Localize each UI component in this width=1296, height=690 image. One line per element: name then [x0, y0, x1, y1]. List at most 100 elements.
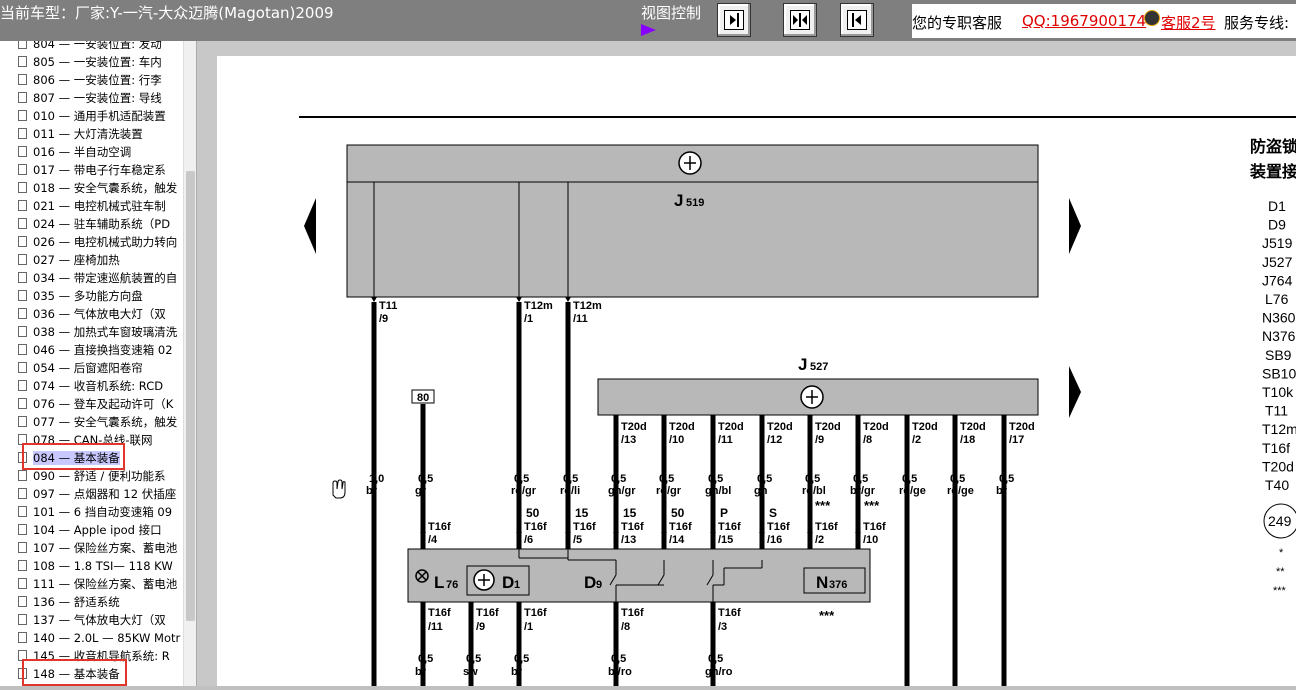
document-icon	[18, 254, 27, 265]
d1-sub: 1	[514, 579, 520, 591]
sidebar-item[interactable]: 034 — 带定速巡航装置的自	[15, 269, 183, 287]
wire-color: ro/ge	[899, 485, 926, 497]
sidebar-item[interactable]: 137 — 气体放电大灯（双	[15, 611, 183, 629]
sidebar-item[interactable]: 097 — 点烟器和 12 伏插座	[15, 485, 183, 503]
pin-label: T20d	[863, 421, 889, 433]
pin-label: T16f	[524, 521, 547, 533]
sidebar-scrollbar[interactable]	[183, 41, 197, 686]
pin-label: T20d	[912, 421, 938, 433]
pin-label: T16f	[767, 521, 790, 533]
sidebar-item-label: 137 — 气体放电大灯（双	[33, 613, 166, 627]
sidebar-item[interactable]: 024 — 驻车辅助系统（PD	[15, 215, 183, 233]
sidebar-item[interactable]: 140 — 2.0L — 85KW Motr	[15, 629, 183, 647]
highlight-box-148	[22, 659, 127, 686]
qq-penguin-icon[interactable]	[1144, 10, 1160, 26]
sidebar-item-label: 038 — 加热式车窗玻璃清洗	[33, 325, 178, 339]
wire-color: br	[996, 485, 1008, 497]
sidebar-item[interactable]: 108 — 1.8 TSI— 118 KW	[15, 557, 183, 575]
sidebar-item-label: 018 — 安全气囊系统，触发	[33, 181, 178, 195]
module-symbol-icon	[800, 385, 824, 409]
split-view-button[interactable]	[783, 3, 817, 37]
play-icon[interactable]	[641, 24, 656, 36]
pin-label: /8	[863, 434, 872, 446]
current-car-model: 当前车型：厂家:Y-一汽-大众迈腾(Magotan)2009	[0, 4, 334, 22]
sidebar-item[interactable]: 077 — 安全气囊系统，触发	[15, 413, 183, 431]
sidebar-item[interactable]: 010 — 通用手机适配装置	[15, 107, 183, 125]
wiring-diagram: J 519 J 527 80 T11/9T12m/1T12m/11T20d/13…	[299, 116, 1296, 686]
hand-cursor-icon	[332, 479, 346, 499]
sidebar-item-label: 806 — 一安装位置: 行李	[33, 73, 162, 87]
next-page-icon[interactable]	[1069, 198, 1081, 254]
pin-label: T20d	[1009, 421, 1035, 433]
split-arrows-icon	[790, 10, 810, 30]
sidebar-item[interactable]: 021 — 电控机械式驻车制	[15, 197, 183, 215]
qq-link[interactable]: QQ:1967900174	[1022, 12, 1146, 30]
sidebar-item-label: 010 — 通用手机适配装置	[33, 109, 166, 123]
sidebar-item[interactable]: 111 — 保险丝方案、蓄电池	[15, 575, 183, 593]
wire-gauge: 0,5	[611, 653, 626, 665]
pin-label: T12m	[573, 300, 602, 312]
legend-star-1: *	[1279, 547, 1284, 559]
pin-label: /2	[912, 434, 921, 446]
pin-label: /9	[476, 621, 485, 633]
sidebar-item[interactable]: 036 — 气体放电大灯（双	[15, 305, 183, 323]
next-page-icon[interactable]	[1069, 366, 1081, 418]
legend-star-3: ***	[1273, 585, 1287, 597]
document-icon	[18, 416, 27, 427]
sidebar-item[interactable]: 054 — 后窗遮阳卷帘	[15, 359, 183, 377]
document-icon	[18, 218, 27, 229]
document-icon	[18, 308, 27, 319]
sidebar-item[interactable]: 027 — 座椅加热	[15, 251, 183, 269]
expand-view-button[interactable]	[717, 3, 751, 37]
sidebar-item[interactable]: 017 — 带电子行车稳定系	[15, 161, 183, 179]
wire-gauge: 0,5	[418, 653, 433, 665]
l76-label: L	[434, 573, 444, 592]
collapse-view-button[interactable]	[840, 3, 874, 37]
sidebar-item[interactable]: 104 — Apple ipod 接口	[15, 521, 183, 539]
sidebar-item[interactable]: 101 — 6 挡自动变速箱 09	[15, 503, 183, 521]
pin-label: /6	[524, 534, 533, 546]
top-bar: 当前车型：厂家:Y-一汽-大众迈腾(Magotan)2009 视图控制 您的专职…	[0, 0, 1296, 41]
sidebar-item[interactable]: 074 — 收音机系统: RCD	[15, 377, 183, 395]
sidebar-item[interactable]: 107 — 保险丝方案、蓄电池	[15, 539, 183, 557]
sidebar-item[interactable]: 035 — 多功能方向盘	[15, 287, 183, 305]
wire-gauge: 0,5	[757, 473, 772, 485]
sidebar-item-label: 108 — 1.8 TSI— 118 KW	[33, 559, 173, 573]
legend-item: T20d	[1262, 458, 1294, 474]
j519-sub: 519	[686, 197, 704, 209]
document-icon	[18, 344, 27, 355]
sidebar-item[interactable]: 038 — 加热式车窗玻璃清洗	[15, 323, 183, 341]
sidebar-item[interactable]: 011 — 大灯清洗装置	[15, 125, 183, 143]
sidebar-item[interactable]: 807 — 一安装位置: 导线	[15, 89, 183, 107]
wire-color: ro/ge	[947, 485, 974, 497]
sidebar-item[interactable]: 805 — 一安装位置: 车内	[15, 53, 183, 71]
pin-label: /3	[718, 621, 727, 633]
sidebar-item[interactable]: 046 — 直接换挡变速箱 02	[15, 341, 183, 359]
document-icon	[18, 596, 27, 607]
pin-label: T16f	[621, 607, 644, 619]
sidebar-item-label: 136 — 舒适系统	[33, 595, 120, 609]
pin-label: T20d	[718, 421, 744, 433]
pane-divider[interactable]	[196, 41, 213, 686]
wire-color: bl/ro	[608, 666, 632, 678]
document-icon	[18, 110, 27, 121]
pin-label: T16f	[476, 607, 499, 619]
sidebar-item[interactable]: 806 — 一安装位置: 行李	[15, 71, 183, 89]
kefu-link[interactable]: 客服2号	[1161, 12, 1216, 33]
sidebar-item[interactable]: 018 — 安全气囊系统，触发	[15, 179, 183, 197]
wire-color: sw	[463, 666, 478, 678]
arrow-right-icon	[724, 10, 744, 30]
sidebar-item[interactable]: 076 — 登车及起动许可（K	[15, 395, 183, 413]
sidebar-item[interactable]: 016 — 半自动空调	[15, 143, 183, 161]
wire-color: ro/gr	[656, 485, 682, 497]
sidebar-item[interactable]: 026 — 电控机械式助力转向	[15, 233, 183, 251]
wire-gauge: 0,5	[514, 473, 529, 485]
wire-gauge: 1,0	[369, 473, 384, 485]
prev-page-icon[interactable]	[304, 198, 316, 254]
connector-arrow	[516, 297, 522, 302]
pin-label: /15	[718, 534, 733, 546]
wire-color: br	[415, 666, 427, 678]
sidebar-item[interactable]: 136 — 舒适系统	[15, 593, 183, 611]
scrollbar-thumb[interactable]	[186, 171, 195, 621]
sidebar-item[interactable]: 804 — 一安装位置: 发动	[15, 41, 183, 53]
